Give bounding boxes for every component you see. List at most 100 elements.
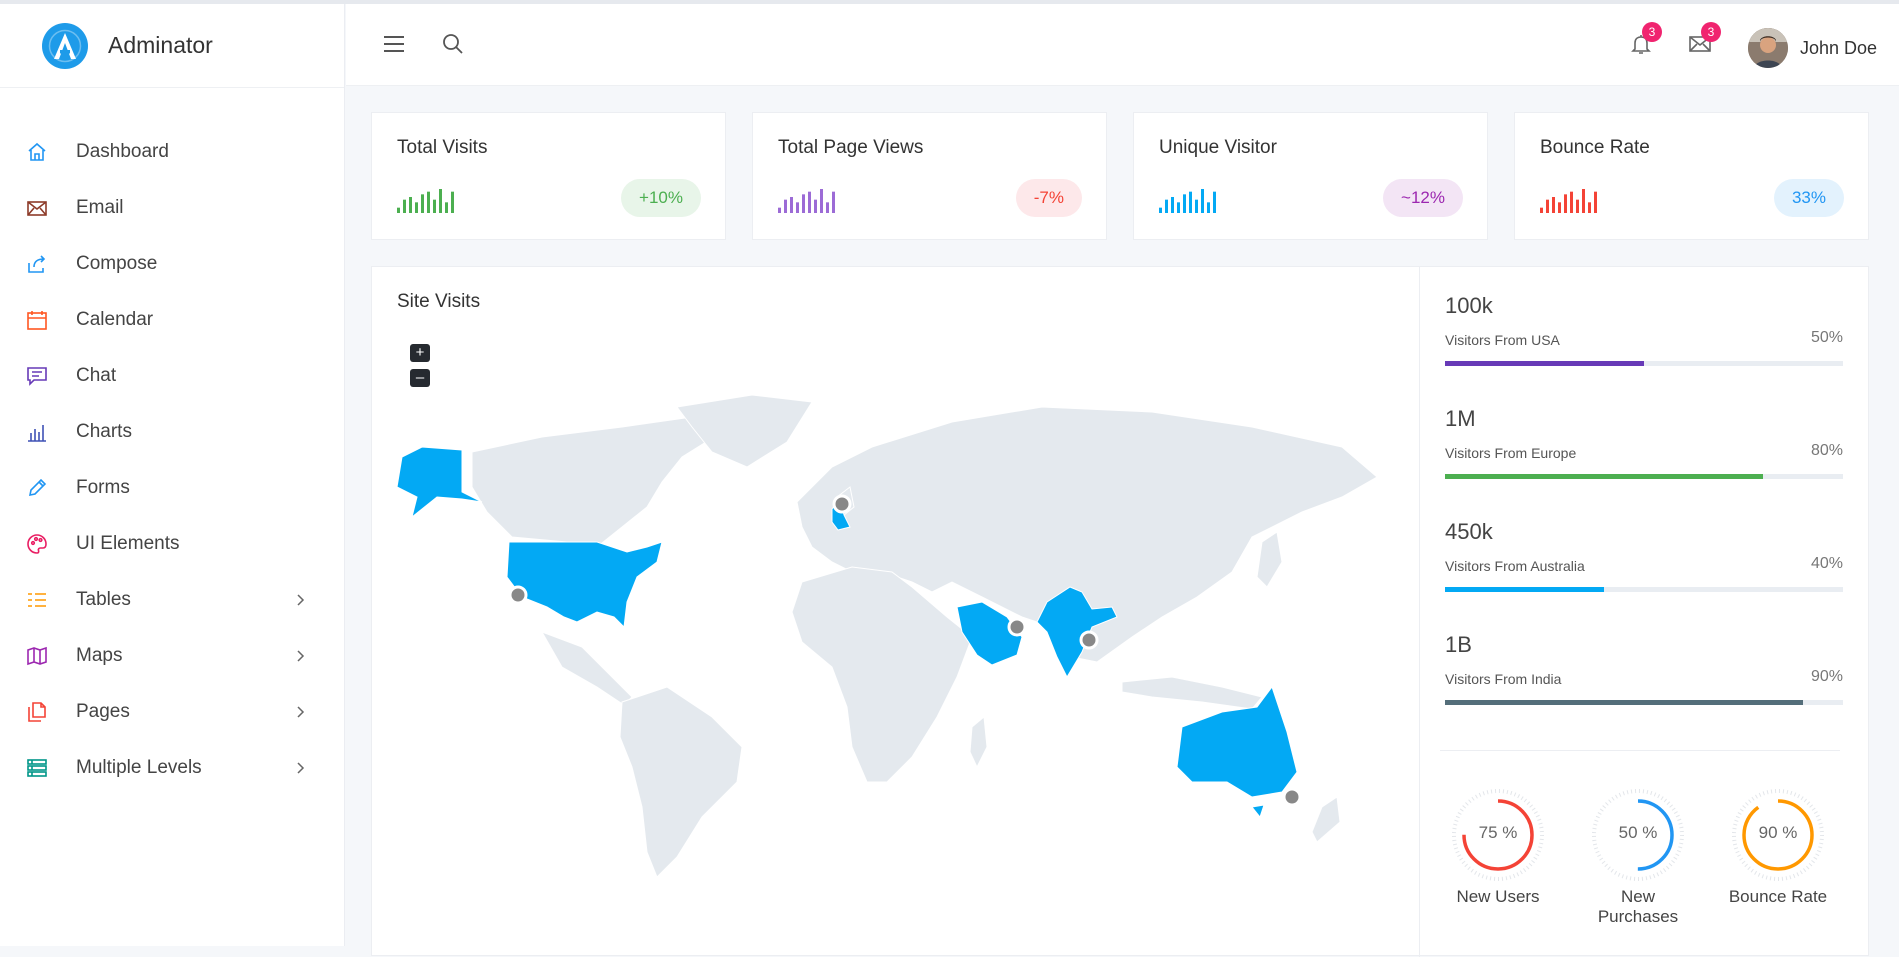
- sidebar-item-forms[interactable]: Forms: [0, 460, 344, 516]
- sparkline-bar: [796, 202, 799, 213]
- region-label: Visitors From India: [1445, 671, 1562, 687]
- map-marker[interactable]: [1007, 617, 1027, 637]
- sparkline-bar: [1195, 199, 1198, 213]
- sparkline-bar: [1540, 207, 1543, 213]
- layers-icon: [24, 755, 50, 781]
- sparkline-bar: [790, 197, 793, 213]
- sparkline-bar: [433, 199, 436, 213]
- sparkline-bar: [1576, 199, 1579, 213]
- sidebar-item-chat[interactable]: Chat: [0, 348, 344, 404]
- sidebar-item-label: Charts: [76, 421, 132, 442]
- pencil-icon: [24, 475, 50, 501]
- user-menu[interactable]: John Doe: [1748, 28, 1877, 68]
- donut-value: 75 %: [1478, 823, 1518, 842]
- sidebar-menu: Dashboard Email Compose Calendar Chat Ch…: [0, 124, 344, 796]
- sparkline: [778, 189, 835, 213]
- sparkline-bar: [814, 199, 817, 213]
- map-icon: [24, 643, 50, 669]
- stat-card-unique-visitor: Unique Visitor ~12%: [1133, 112, 1488, 240]
- messages-button[interactable]: 3: [1688, 22, 1721, 60]
- sparkline: [397, 189, 454, 213]
- sparkline-bar: [802, 194, 805, 213]
- visitor-stats-panel: 100k Visitors From USA 50% 1M Visitors F…: [1419, 267, 1869, 957]
- map-country-usa[interactable]: [506, 541, 663, 629]
- avatar: [1748, 28, 1788, 68]
- menu-toggle-icon[interactable]: [383, 34, 405, 54]
- region-value: 1M: [1445, 406, 1476, 431]
- sparkline-bar: [1558, 202, 1561, 213]
- sparkline-bar: [1189, 191, 1192, 213]
- region-stat-usa: 100k Visitors From USA 50%: [1445, 293, 1843, 366]
- sparkline-bar: [778, 207, 781, 213]
- notifications-button[interactable]: 3: [1629, 22, 1662, 60]
- world-map[interactable]: [392, 387, 1392, 887]
- divider: [1440, 750, 1840, 751]
- stat-title: Total Page Views: [778, 137, 924, 158]
- map-marker[interactable]: [1079, 630, 1099, 650]
- map-country-alaska[interactable]: [396, 446, 483, 519]
- sidebar-item-label: Maps: [76, 645, 123, 666]
- mail-icon: [24, 195, 50, 221]
- sparkline-bar: [1165, 199, 1168, 213]
- progress-bar: [1445, 587, 1843, 592]
- sidebar-item-pages[interactable]: Pages: [0, 684, 344, 740]
- sparkline-bar: [1159, 207, 1162, 213]
- sidebar-item-dashboard[interactable]: Dashboard: [0, 124, 344, 180]
- map-marker[interactable]: [508, 585, 528, 605]
- sparkline-bar: [1177, 202, 1180, 213]
- map-marker[interactable]: [832, 494, 852, 514]
- region-label: Visitors From USA: [1445, 332, 1560, 348]
- sparkline-bar: [784, 199, 787, 213]
- sparkline-bar: [1552, 197, 1555, 213]
- messages-badge: 3: [1701, 22, 1721, 42]
- progress-bar: [1445, 361, 1843, 366]
- brand-logo: [42, 22, 88, 69]
- region-stat-australia: 450k Visitors From Australia 40%: [1445, 519, 1843, 592]
- zoom-out-button[interactable]: –: [410, 369, 430, 387]
- sparkline-bar: [403, 199, 406, 213]
- search-icon[interactable]: [441, 32, 465, 56]
- chevron-right-icon: [297, 594, 305, 606]
- sidebar-item-label: Calendar: [76, 309, 154, 330]
- share-icon: [24, 251, 50, 277]
- region-label: Visitors From Australia: [1445, 558, 1585, 574]
- chevron-right-icon: [297, 762, 305, 774]
- sparkline-bar: [826, 202, 829, 213]
- sidebar-item-label: Forms: [76, 477, 130, 498]
- stat-title: Total Visits: [397, 137, 488, 158]
- sidebar-item-label: Compose: [76, 253, 158, 274]
- donut-bounce-rate: 90 % Bounce Rate: [1723, 785, 1833, 907]
- sidebar-item-label: Dashboard: [76, 141, 169, 162]
- sidebar-item-maps[interactable]: Maps: [0, 628, 344, 684]
- sidebar-item-multiple-levels[interactable]: Multiple Levels: [0, 740, 344, 796]
- map-marker[interactable]: [1282, 787, 1302, 807]
- stat-change-badge: 33%: [1773, 179, 1844, 217]
- site-visits-title: Site Visits: [397, 291, 481, 312]
- sidebar-item-label: UI Elements: [76, 533, 180, 554]
- stat-change-badge: ~12%: [1383, 179, 1463, 217]
- sidebar-item-compose[interactable]: Compose: [0, 236, 344, 292]
- sidebar-item-tables[interactable]: Tables: [0, 572, 344, 628]
- brand[interactable]: Adminator: [0, 4, 344, 88]
- donut-label: Bounce Rate: [1728, 887, 1828, 906]
- topbar: 3 3 John Doe: [346, 4, 1899, 86]
- sparkline-bar: [820, 189, 823, 213]
- sparkline-bar: [409, 197, 412, 213]
- sparkline-bar: [1207, 202, 1210, 213]
- chevron-right-icon: [297, 706, 305, 718]
- sparkline-bar: [1594, 191, 1597, 213]
- sidebar-item-charts[interactable]: Charts: [0, 404, 344, 460]
- sidebar-item-ui-elements[interactable]: UI Elements: [0, 516, 344, 572]
- notifications-badge: 3: [1642, 22, 1662, 42]
- sidebar-item-label: Pages: [76, 701, 130, 722]
- site-visits-card: Site Visits + – 100k Visitors From USA 5…: [371, 266, 1869, 957]
- zoom-in-button[interactable]: +: [410, 344, 430, 362]
- sparkline: [1540, 189, 1597, 213]
- stat-title: Unique Visitor: [1159, 137, 1277, 158]
- sidebar-item-calendar[interactable]: Calendar: [0, 292, 344, 348]
- sparkline-bar: [445, 202, 448, 213]
- list-icon: [24, 587, 50, 613]
- chevron-right-icon: [297, 650, 305, 662]
- sparkline-bar: [1171, 197, 1174, 213]
- sidebar-item-email[interactable]: Email: [0, 180, 344, 236]
